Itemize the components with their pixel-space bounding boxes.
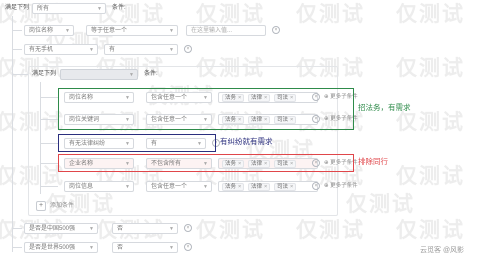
watermark: 仅测试: [296, 2, 365, 26]
condition-tags-input[interactable]: 法务 × 法律 × 司法 ×: [218, 181, 318, 192]
condition-field-value: 是否是世界500强: [29, 245, 76, 251]
remove-condition-icon[interactable]: ×: [184, 243, 192, 251]
remove-condition-icon[interactable]: ×: [272, 26, 280, 34]
chevron-down-icon: ▼: [169, 245, 174, 251]
condition-operator-value: 等于任意一个: [91, 28, 128, 34]
chevron-down-icon: ▼: [65, 28, 70, 34]
watermark: 仅测试: [396, 218, 465, 242]
add-condition-label[interactable]: 添加条件: [50, 201, 74, 211]
watermark: 仅测试: [346, 192, 415, 216]
condition-operator-select[interactable]: 等于任意一个 ▼: [86, 25, 178, 36]
condition-value-select[interactable]: 否 ▼: [112, 242, 178, 253]
condition-field-select[interactable]: 是否是世界500强 ▼: [24, 242, 98, 253]
condition-value: 否: [117, 245, 124, 251]
condition-field-value: 有无手机: [29, 47, 54, 53]
watermark: 仅测试: [196, 2, 265, 26]
watermark: 仅测试: [296, 218, 365, 242]
condition-field-select[interactable]: 岗位信息 ▼: [64, 181, 134, 192]
red-annotation-note: 排除同行: [358, 157, 388, 166]
more-subconditions-link[interactable]: ⊕ 更多子条件: [324, 181, 358, 191]
value-tag: 司法 ×: [274, 183, 297, 191]
condition-value-input[interactable]: 在这里输入值...: [186, 25, 266, 36]
condition-operator-select[interactable]: 包含任意一个 ▼: [146, 181, 212, 192]
condition-field-value: 是否是中国500强: [29, 226, 76, 232]
condition-field-value: 岗位名称: [29, 28, 54, 34]
tree-line: [40, 119, 58, 120]
condition-field-value: 岗位信息: [69, 184, 94, 190]
chevron-down-icon: ▼: [89, 245, 94, 251]
group-match-suffix: 条件:: [144, 71, 158, 77]
remove-condition-icon[interactable]: ×: [312, 182, 320, 190]
condition-value-placeholder: 在这里输入值...: [191, 28, 233, 34]
tree-line: [12, 49, 22, 50]
condition-operator-value: 包含任意一个: [151, 184, 188, 190]
value-tag: 法务 ×: [222, 183, 245, 191]
match-label: 满足下列: [5, 5, 30, 11]
plus-icon: +: [38, 202, 44, 209]
chevron-down-icon: ▼: [203, 184, 208, 190]
match-mode-select[interactable]: 所有 ▼: [32, 3, 106, 14]
tree-line: [12, 228, 22, 229]
condition-value-select[interactable]: 有 ▼: [104, 44, 178, 55]
match-mode-value: 所有: [37, 6, 50, 12]
condition-value-select[interactable]: 否 ▼: [112, 223, 178, 234]
tree-line: [12, 30, 22, 31]
group-match-mode-select[interactable]: ▼: [60, 69, 138, 80]
remove-condition-icon[interactable]: ×: [184, 45, 192, 53]
remove-tag-icon[interactable]: ×: [238, 184, 241, 190]
watermark: 仅测试: [196, 218, 265, 242]
tree-line: [40, 143, 58, 144]
chevron-down-icon: ▼: [125, 184, 130, 190]
tree-line: [12, 247, 22, 248]
watermark: 仅测试: [96, 2, 165, 26]
watermark: 仅测试: [396, 164, 465, 188]
condition-value: 有: [109, 47, 116, 53]
chevron-down-icon: ▼: [169, 28, 174, 34]
remove-tag-icon[interactable]: ×: [290, 184, 293, 190]
match-suffix: 条件:: [112, 5, 126, 11]
watermark: 仅测试: [396, 2, 465, 26]
watermark: 仅测试: [396, 56, 465, 80]
remove-condition-icon[interactable]: ×: [184, 224, 192, 232]
tree-line: [40, 186, 58, 187]
tree-line: [12, 74, 28, 75]
chevron-down-icon: ▼: [129, 72, 134, 78]
green-annotation-frame: [58, 88, 354, 130]
condition-value: 否: [117, 226, 124, 232]
group-match-label: 满足下列: [32, 71, 57, 77]
chevron-down-icon: ▼: [97, 6, 102, 12]
condition-field-select[interactable]: 岗位名称 ▼: [24, 25, 74, 36]
remove-tag-icon[interactable]: ×: [264, 184, 267, 190]
navy-annotation-note: 有纠纷就有需求: [220, 137, 273, 146]
chevron-down-icon: ▼: [89, 47, 94, 53]
chevron-down-icon: ▼: [89, 226, 94, 232]
tree-line: [40, 97, 58, 98]
green-annotation-note: 招法务，有需求: [358, 103, 411, 112]
value-tag: 法律 ×: [248, 183, 271, 191]
author-watermark: 云觅客 @风影: [420, 247, 465, 254]
add-condition-button[interactable]: +: [36, 201, 46, 211]
chevron-down-icon: ▼: [169, 226, 174, 232]
navy-annotation-frame: [58, 134, 216, 152]
tree-line: [40, 82, 41, 194]
chevron-down-icon: ▼: [169, 47, 174, 53]
tree-line: [40, 163, 58, 164]
condition-field-select[interactable]: 有无手机 ▼: [24, 44, 98, 55]
tree-line: [12, 16, 13, 252]
red-annotation-frame: [58, 154, 354, 172]
condition-field-select[interactable]: 是否是中国500强 ▼: [24, 223, 98, 234]
